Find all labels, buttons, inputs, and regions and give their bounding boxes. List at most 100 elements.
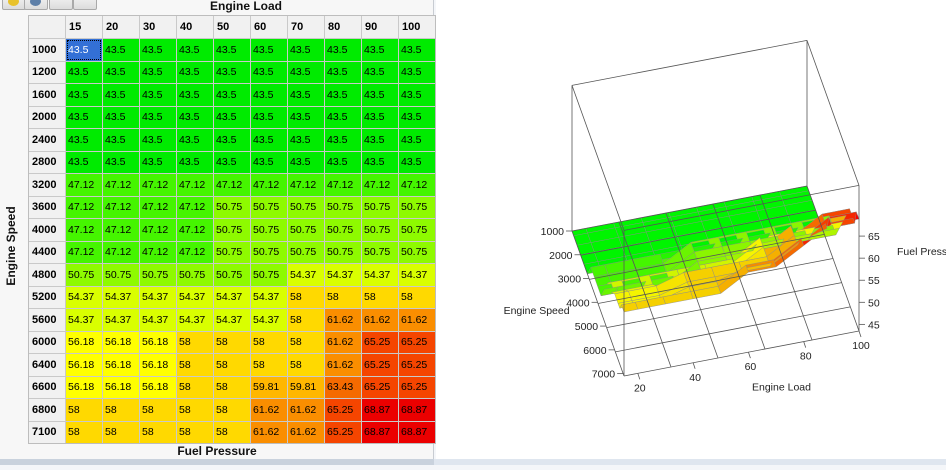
table-cell[interactable]: 58 — [214, 331, 250, 353]
table-cell[interactable]: 58 — [325, 286, 361, 308]
table-cell[interactable]: 43.5 — [214, 106, 250, 128]
toolbar-button-2[interactable] — [24, 0, 48, 10]
row-header[interactable]: 5200 — [29, 286, 65, 308]
table-cell[interactable]: 50.75 — [362, 241, 398, 263]
table-cell[interactable]: 50.75 — [251, 241, 287, 263]
table-cell[interactable]: 54.37 — [251, 309, 287, 331]
table-cell[interactable]: 54.37 — [214, 309, 250, 331]
table-cell[interactable]: 54.37 — [103, 309, 139, 331]
table-cell[interactable]: 65.25 — [399, 331, 435, 353]
row-header[interactable]: 1000 — [29, 39, 65, 61]
table-cell[interactable]: 54.37 — [214, 286, 250, 308]
table-cell[interactable]: 58 — [103, 399, 139, 421]
table-cell[interactable]: 58 — [140, 421, 176, 443]
row-header[interactable]: 3200 — [29, 174, 65, 196]
column-header[interactable]: 60 — [251, 16, 287, 38]
table-cell[interactable]: 61.62 — [251, 421, 287, 443]
column-header[interactable]: 80 — [325, 16, 361, 38]
table-cell[interactable]: 54.37 — [66, 286, 102, 308]
table-cell[interactable]: 43.5 — [66, 39, 102, 61]
table-cell[interactable]: 47.12 — [66, 196, 102, 218]
table-cell[interactable]: 47.12 — [140, 174, 176, 196]
table-cell[interactable]: 50.75 — [399, 219, 435, 241]
table-cell[interactable]: 58 — [103, 421, 139, 443]
table-cell[interactable]: 43.5 — [362, 39, 398, 61]
table-cell[interactable]: 43.5 — [177, 151, 213, 173]
table-cell[interactable]: 43.5 — [140, 39, 176, 61]
table-cell[interactable]: 43.5 — [288, 106, 324, 128]
column-header[interactable]: 90 — [362, 16, 398, 38]
table-cell[interactable]: 43.5 — [103, 84, 139, 106]
table-cell[interactable]: 50.75 — [399, 241, 435, 263]
table-cell[interactable]: 61.62 — [288, 399, 324, 421]
table-cell[interactable]: 54.37 — [103, 286, 139, 308]
column-header[interactable]: 100 — [399, 16, 435, 38]
table-cell[interactable]: 43.5 — [399, 106, 435, 128]
table-cell[interactable]: 47.12 — [140, 196, 176, 218]
table-cell[interactable]: 65.25 — [399, 376, 435, 398]
table-cell[interactable]: 43.5 — [66, 151, 102, 173]
table-cell[interactable]: 47.12 — [251, 174, 287, 196]
table-cell[interactable]: 43.5 — [288, 151, 324, 173]
table-cell[interactable]: 47.12 — [103, 241, 139, 263]
table-cell[interactable]: 43.5 — [325, 129, 361, 151]
table-cell[interactable]: 43.5 — [177, 39, 213, 61]
table-cell[interactable]: 47.12 — [103, 219, 139, 241]
column-header[interactable]: 30 — [140, 16, 176, 38]
table-cell[interactable]: 56.18 — [66, 376, 102, 398]
table-cell[interactable]: 58 — [288, 354, 324, 376]
table-cell[interactable]: 43.5 — [214, 84, 250, 106]
table-cell[interactable]: 43.5 — [362, 129, 398, 151]
table-cell[interactable]: 47.12 — [103, 196, 139, 218]
table-cell[interactable]: 50.75 — [251, 264, 287, 286]
row-header[interactable]: 4400 — [29, 241, 65, 263]
table-cell[interactable]: 47.12 — [362, 174, 398, 196]
row-header[interactable]: 1200 — [29, 61, 65, 83]
table-cell[interactable]: 50.75 — [288, 196, 324, 218]
row-header[interactable]: 6400 — [29, 354, 65, 376]
table-cell[interactable]: 54.37 — [288, 264, 324, 286]
table-cell[interactable]: 58 — [251, 331, 287, 353]
table-cell[interactable]: 43.5 — [66, 106, 102, 128]
table-cell[interactable]: 43.5 — [103, 151, 139, 173]
table-cell[interactable]: 47.12 — [140, 241, 176, 263]
table-cell[interactable]: 43.5 — [140, 61, 176, 83]
column-header[interactable]: 50 — [214, 16, 250, 38]
table-cell[interactable]: 50.75 — [66, 264, 102, 286]
table-cell[interactable]: 47.12 — [66, 174, 102, 196]
table-cell[interactable]: 47.12 — [177, 241, 213, 263]
table-cell[interactable]: 61.62 — [362, 309, 398, 331]
row-header[interactable]: 6600 — [29, 376, 65, 398]
table-cell[interactable]: 54.37 — [325, 264, 361, 286]
table-cell[interactable]: 61.62 — [325, 354, 361, 376]
table-cell[interactable]: 50.75 — [214, 219, 250, 241]
table-cell[interactable]: 50.75 — [288, 219, 324, 241]
table-cell[interactable]: 47.12 — [66, 241, 102, 263]
table-cell[interactable]: 50.75 — [140, 264, 176, 286]
table-cell[interactable]: 56.18 — [66, 331, 102, 353]
table-cell[interactable]: 54.37 — [140, 309, 176, 331]
table-cell[interactable]: 50.75 — [362, 196, 398, 218]
column-header[interactable]: 40 — [177, 16, 213, 38]
table-cell[interactable]: 50.75 — [214, 196, 250, 218]
table-cell[interactable]: 56.18 — [103, 331, 139, 353]
table-cell[interactable]: 58 — [66, 421, 102, 443]
row-header[interactable]: 1600 — [29, 84, 65, 106]
table-cell[interactable]: 43.5 — [177, 61, 213, 83]
table-cell[interactable]: 58 — [177, 331, 213, 353]
table-cell[interactable]: 59.81 — [288, 376, 324, 398]
table-cell[interactable]: 43.5 — [103, 129, 139, 151]
table-cell[interactable]: 43.5 — [251, 129, 287, 151]
table-cell[interactable]: 43.5 — [399, 129, 435, 151]
row-header[interactable]: 7100 — [29, 421, 65, 443]
table-cell[interactable]: 63.43 — [325, 376, 361, 398]
table-cell[interactable]: 61.62 — [399, 309, 435, 331]
table-cell[interactable]: 50.75 — [399, 196, 435, 218]
table-cell[interactable]: 43.5 — [362, 61, 398, 83]
table-cell[interactable]: 56.18 — [140, 354, 176, 376]
table-cell[interactable]: 43.5 — [177, 106, 213, 128]
table-cell[interactable]: 68.87 — [362, 421, 398, 443]
table-cell[interactable]: 58 — [177, 354, 213, 376]
table-cell[interactable]: 68.87 — [399, 421, 435, 443]
row-header[interactable]: 2000 — [29, 106, 65, 128]
